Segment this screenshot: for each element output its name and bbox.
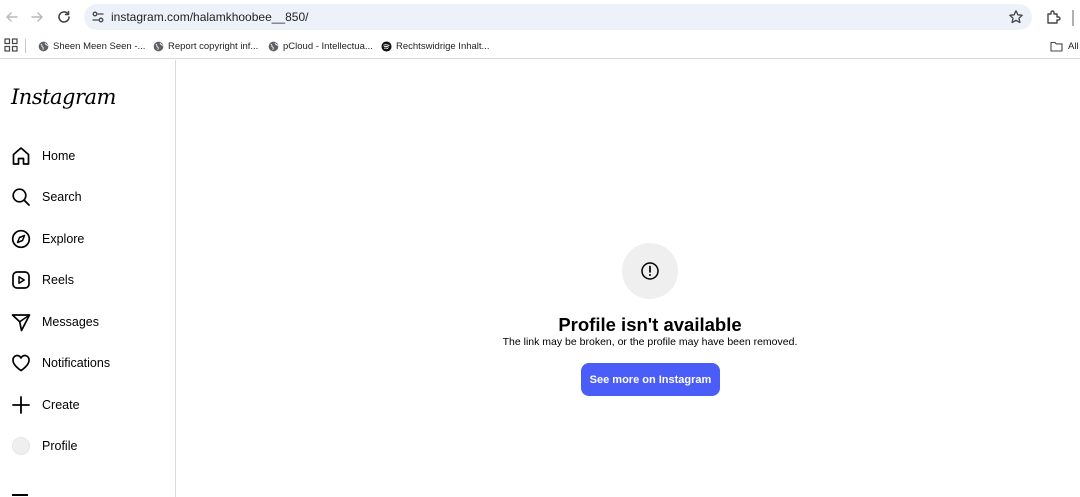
spotify-icon bbox=[381, 40, 392, 52]
all-bookmarks-label: All bbox=[1068, 40, 1079, 52]
extensions-icon[interactable] bbox=[1045, 8, 1063, 26]
heart-icon bbox=[11, 353, 31, 373]
sidebar-item-label: Profile bbox=[42, 439, 78, 453]
url-text[interactable]: instagram.com/halamkhoobee__850/ bbox=[111, 4, 308, 30]
avatar bbox=[12, 437, 30, 455]
bookmarks-bar: Sheen Meen Seen -... Report copyright in… bbox=[0, 34, 1080, 59]
sidebar-item-create[interactable]: Create bbox=[0, 387, 175, 423]
globe-icon bbox=[268, 41, 279, 51]
sidebar-item-profile[interactable]: Profile bbox=[0, 428, 175, 464]
menu-icon[interactable] bbox=[12, 494, 28, 496]
compass-icon bbox=[11, 229, 31, 249]
search-icon bbox=[11, 187, 31, 207]
folder-icon bbox=[1050, 41, 1063, 52]
all-bookmarks-button[interactable]: All bbox=[1050, 34, 1079, 58]
messages-icon bbox=[11, 312, 31, 332]
bookmark-label: pCloud - Intellectua... bbox=[283, 40, 373, 52]
sidebar: Instagram Home Search Explore Reels Mess… bbox=[0, 60, 176, 497]
reload-icon bbox=[58, 10, 70, 23]
bookmark-label: Report copyright inf... bbox=[168, 40, 259, 52]
globe-icon bbox=[38, 41, 49, 51]
bookmark-item[interactable]: pCloud - Intellectua... bbox=[268, 34, 373, 58]
sidebar-item-label: Create bbox=[42, 398, 80, 412]
star-icon[interactable] bbox=[1008, 9, 1024, 25]
sidebar-item-reels[interactable]: Reels bbox=[0, 262, 175, 298]
sidebar-item-label: Search bbox=[42, 190, 82, 204]
browser-menu-edge[interactable] bbox=[1072, 10, 1074, 26]
page-subtitle: The link may be broken, or the profile m… bbox=[502, 336, 798, 348]
sidebar-item-messages[interactable]: Messages bbox=[0, 304, 175, 340]
globe-icon bbox=[153, 41, 164, 51]
bookmark-label: Sheen Meen Seen -... bbox=[53, 40, 146, 52]
alert-badge bbox=[622, 243, 678, 299]
instagram-logo[interactable]: Instagram bbox=[11, 85, 116, 109]
bookmark-label: Rechtswidrige Inhalt... bbox=[396, 40, 490, 52]
reels-icon bbox=[11, 270, 31, 290]
sidebar-item-label: Messages bbox=[42, 315, 99, 329]
main-content: Profile isn't available The link may be … bbox=[177, 60, 1080, 497]
bookmarks-separator bbox=[25, 39, 26, 53]
avatar-wrap bbox=[11, 436, 31, 456]
reload-button[interactable] bbox=[53, 6, 75, 28]
bookmark-item[interactable]: Rechtswidrige Inhalt... bbox=[381, 34, 489, 58]
forward-button[interactable] bbox=[26, 6, 48, 28]
page-title: Profile isn't available bbox=[558, 314, 742, 335]
sidebar-item-explore[interactable]: Explore bbox=[0, 221, 175, 257]
sidebar-item-label: Home bbox=[42, 149, 76, 163]
arrow-left-icon bbox=[6, 12, 18, 22]
home-icon bbox=[11, 146, 31, 166]
plus-icon bbox=[11, 395, 31, 415]
alert-icon bbox=[641, 262, 659, 280]
see-more-button[interactable]: See more on Instagram bbox=[581, 363, 720, 396]
browser-toolbar: instagram.com/halamkhoobee__850/ bbox=[0, 0, 1080, 34]
sidebar-item-search[interactable]: Search bbox=[0, 179, 175, 215]
sidebar-item-label: Explore bbox=[42, 232, 85, 246]
back-button[interactable] bbox=[1, 6, 23, 28]
sidebar-item-label: Notifications bbox=[42, 356, 111, 370]
sidebar-item-home[interactable]: Home bbox=[0, 138, 175, 174]
site-settings-icon[interactable] bbox=[90, 9, 106, 25]
address-bar[interactable]: instagram.com/halamkhoobee__850/ bbox=[84, 4, 1032, 30]
bookmark-item[interactable]: Sheen Meen Seen -... bbox=[38, 34, 145, 58]
sidebar-item-label: Reels bbox=[42, 273, 74, 287]
sidebar-item-notifications[interactable]: Notifications bbox=[0, 345, 175, 381]
bookmark-item[interactable]: Report copyright inf... bbox=[153, 34, 258, 58]
arrow-right-icon bbox=[31, 12, 43, 22]
apps-grid-icon[interactable] bbox=[4, 38, 18, 52]
